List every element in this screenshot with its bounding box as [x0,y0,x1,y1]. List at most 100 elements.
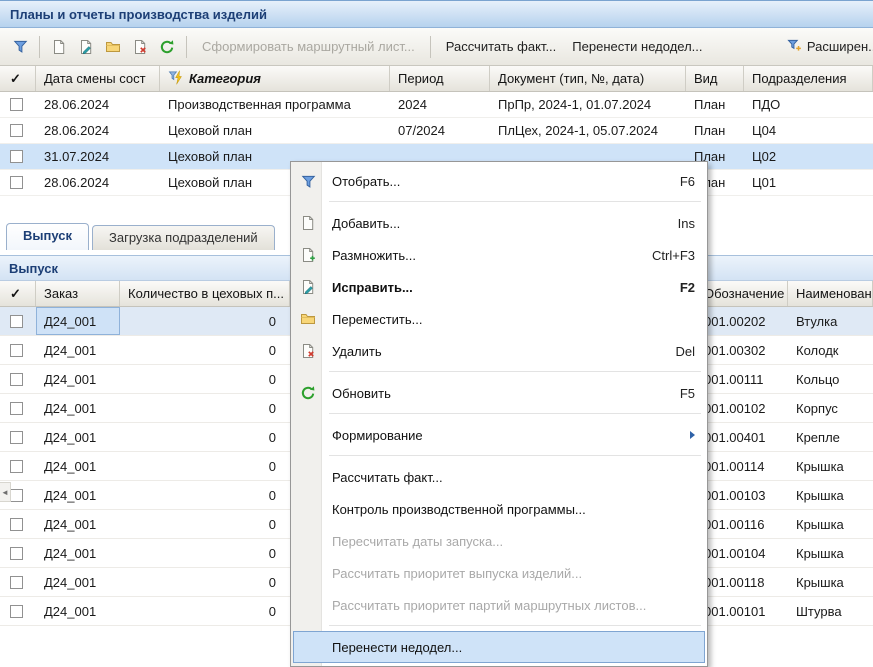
menu-item[interactable]: Исправить...F2 [293,271,705,303]
menu-item[interactable]: Размножить...Ctrl+F3 [293,239,705,271]
cell-period: 07/2024 [390,118,490,143]
row-select-cell [0,307,36,335]
col-header-category[interactable]: Категория [160,66,390,91]
calc-fact-button[interactable]: Рассчитать факт... [438,35,565,58]
splitter-collapse-arrow[interactable]: ◄ [0,482,11,502]
cell-order: Д24_001 [36,481,120,509]
menu-item-label: Удалить [332,344,665,359]
menu-item[interactable]: Отобрать...F6 [293,165,705,197]
menu-item[interactable]: Рассчитать факт... [293,461,705,493]
toolbar: Сформировать маршрутный лист... Рассчита… [0,28,873,66]
menu-separator [293,197,705,207]
menu-item[interactable]: Перенести недодел... [293,631,705,663]
menu-item-label: Рассчитать приоритет партий маршрутных л… [332,598,695,613]
col-header-qty[interactable]: Количество в цеховых п... [120,281,290,306]
cell-order: Д24_001 [36,510,120,538]
context-menu: Отобрать...F6 Добавить...InsРазмножить...… [290,161,708,667]
row-checkbox[interactable] [10,402,23,415]
col-header-name[interactable]: Наименование [788,281,873,306]
menu-item[interactable]: Переместить... [293,303,705,335]
row-select-cell [0,144,36,169]
row-checkbox[interactable] [10,489,23,502]
col-header-period[interactable]: Период [390,66,490,91]
advanced-search-button[interactable]: Расширен... [781,34,873,60]
col-header-divisions[interactable]: Подразделения [744,66,873,91]
row-checkbox[interactable] [10,176,23,189]
toolbar-separator [186,36,187,58]
move-folder-icon[interactable] [101,35,125,59]
delete-doc-icon[interactable] [128,35,152,59]
menu-item-label: Пересчитать даты запуска... [332,534,695,549]
row-checkbox[interactable] [10,431,23,444]
submenu-arrow-icon [690,431,695,439]
cell-name: Корпус [788,394,873,422]
col-header-date[interactable]: Дата смены сост [36,66,160,91]
row-select-cell [0,365,36,393]
toolbar-filter-group [8,35,32,59]
row-checkbox[interactable] [10,344,23,357]
row-checkbox[interactable] [10,576,23,589]
select-all-header[interactable]: ✓ [0,281,36,306]
cell-period: 2024 [390,92,490,117]
table-row[interactable]: 28.06.2024Цеховой план07/2024ПлЦех, 2024… [0,118,873,144]
row-checkbox[interactable] [10,460,23,473]
cell-qty: 0 [120,597,290,625]
category-filter-icon [168,70,183,88]
col-header-kind[interactable]: Вид [686,66,744,91]
row-checkbox[interactable] [10,98,23,111]
menu-item[interactable]: Добавить...Ins [293,207,705,239]
add-doc-icon[interactable] [47,35,71,59]
cell-designation: 001.00202 [696,307,788,335]
advanced-search-label: Расширен... [807,39,873,54]
tab-load-divisions[interactable]: Загрузка подразделений [92,225,275,250]
table-row[interactable]: 28.06.2024Производственная программа2024… [0,92,873,118]
cell-name: Кольцо [788,365,873,393]
cell-qty: 0 [120,423,290,451]
cell-document: ПрПр, 2024-1, 01.07.2024 [490,92,686,117]
row-checkbox[interactable] [10,547,23,560]
row-select-cell [0,539,36,567]
tab-output[interactable]: Выпуск [6,223,89,250]
menu-item[interactable]: УдалитьDel [293,335,705,367]
select-all-header[interactable]: ✓ [0,66,36,91]
menu-item: Пересчитать даты запуска... [293,525,705,557]
cell-qty: 0 [120,336,290,364]
delete-doc-icon [293,343,323,359]
select-all-checkmark: ✓ [10,286,21,302]
cell-order: Д24_001 [36,423,120,451]
row-checkbox[interactable] [10,373,23,386]
row-select-cell [0,452,36,480]
col-header-designation[interactable]: Обозначение [696,281,788,306]
menu-item-label: Перенести недодел... [332,640,695,655]
cell-divisions: Ц04 [744,118,873,143]
filter-icon[interactable] [8,35,32,59]
menu-item: Рассчитать приоритет выпуска изделий... [293,557,705,589]
transfer-shortfall-button[interactable]: Перенести недодел... [564,35,710,58]
menu-item[interactable]: Формирование [293,419,705,451]
col-header-order[interactable]: Заказ [36,281,120,306]
row-checkbox[interactable] [10,518,23,531]
cell-name: Крепле [788,423,873,451]
cell-designation: 001.00302 [696,336,788,364]
col-header-document[interactable]: Документ (тип, №, дата) [490,66,686,91]
cell-name: Втулка [788,307,873,335]
row-checkbox[interactable] [10,315,23,328]
cell-name: Крышка [788,452,873,480]
row-checkbox[interactable] [10,150,23,163]
menu-item-label: Формирование [332,428,682,443]
edit-doc-icon[interactable] [74,35,98,59]
cell-name: Крышка [788,481,873,509]
row-select-cell [0,597,36,625]
menu-item[interactable]: ОбновитьF5 [293,377,705,409]
cell-qty: 0 [120,481,290,509]
move-folder-icon [293,311,323,327]
menu-item[interactable]: Контроль производственной программы... [293,493,705,525]
cell-category: Производственная программа [160,92,390,117]
refresh-icon[interactable] [155,35,179,59]
row-checkbox[interactable] [10,124,23,137]
menu-item-label: Рассчитать факт... [332,470,695,485]
cell-name: Крышка [788,539,873,567]
cell-date: 28.06.2024 [36,92,160,117]
row-checkbox[interactable] [10,605,23,618]
toolbar-separator [430,36,431,58]
